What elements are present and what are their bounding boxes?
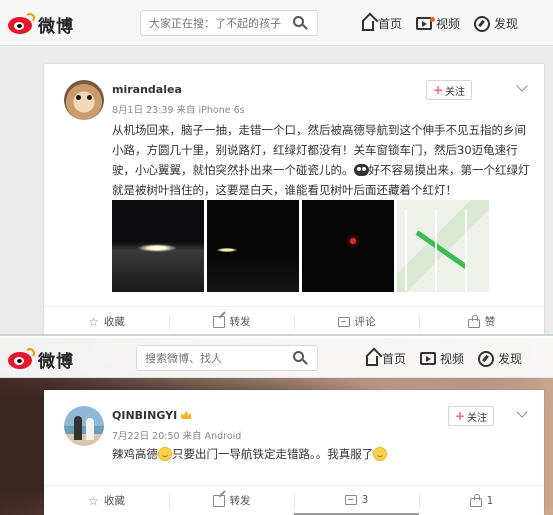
nav-video-label: 视频 xyxy=(436,17,461,31)
repost-button[interactable]: 转发 xyxy=(169,486,294,515)
share-icon xyxy=(212,315,225,328)
top-nav-links: 首页 视频 发现 xyxy=(352,350,522,367)
follow-button[interactable]: + 关注 xyxy=(425,80,472,100)
comment-icon xyxy=(344,494,357,505)
search-icon[interactable] xyxy=(293,16,308,30)
weibo-logo[interactable]: 微博 xyxy=(8,347,74,372)
star-icon: ☆ xyxy=(88,314,99,329)
search-input[interactable] xyxy=(141,11,291,35)
like-label: 赞 xyxy=(484,316,496,328)
chevron-down-icon[interactable] xyxy=(516,406,528,418)
avatar[interactable] xyxy=(64,80,104,120)
nav-discover-label: 发现 xyxy=(498,352,523,366)
action-bar: ☆ 收藏 转发 评论 赞 xyxy=(44,306,544,334)
logo-text: 微博 xyxy=(38,17,74,37)
favorite-button[interactable]: ☆ 收藏 xyxy=(44,486,169,515)
weibo-logo[interactable]: 微博 xyxy=(8,12,74,37)
post-text: 从机场回来，脑子一抽，走错一个口，然后被高德导航到这个伸手不见五指的乡间小路，方… xyxy=(112,120,532,200)
video-icon xyxy=(416,17,436,30)
username[interactable]: mirandalea xyxy=(112,83,182,96)
favorite-label: 收藏 xyxy=(103,495,125,507)
search-input[interactable] xyxy=(137,346,290,370)
night-road-photo[interactable] xyxy=(112,200,204,292)
action-bar: ☆ 收藏 转发 3 1 xyxy=(44,485,544,515)
top-navbar: 微博 首页 视频 发现 xyxy=(0,0,553,46)
nav-home-label: 首页 xyxy=(382,352,407,366)
like-icon xyxy=(467,314,480,328)
nav-video[interactable]: 视频 xyxy=(420,350,464,367)
follow-button[interactable]: + 关注 xyxy=(447,406,494,426)
weibo-eye-icon xyxy=(8,347,35,370)
notification-dot xyxy=(430,17,436,22)
nav-video-label: 视频 xyxy=(440,352,465,366)
nav-video[interactable]: 视频 xyxy=(416,15,460,32)
top-navbar: 微博 首页 视频 发现 xyxy=(0,338,553,378)
repost-button[interactable]: 转发 xyxy=(169,307,294,334)
search-icon[interactable] xyxy=(293,351,308,365)
avatar[interactable] xyxy=(64,406,104,446)
search-box[interactable] xyxy=(140,10,318,36)
comment-label: 评论 xyxy=(354,316,376,328)
home-icon xyxy=(362,21,374,31)
like-button[interactable]: 赞 xyxy=(419,307,544,334)
comment-button[interactable]: 评论 xyxy=(294,307,419,334)
dark-car-photo[interactable] xyxy=(207,200,299,292)
comment-count: 3 xyxy=(361,493,369,506)
share-icon xyxy=(212,494,225,507)
comment-button[interactable]: 3 xyxy=(294,486,419,515)
smile-emoji-icon xyxy=(373,447,388,461)
photo-grid xyxy=(112,200,492,292)
weibo-post-card: QINBINGYI 7月22日 20:50 来自 Android + 关注 辣鸡… xyxy=(44,390,544,515)
video-icon xyxy=(420,352,437,365)
follow-label: 关注 xyxy=(467,412,487,424)
follow-label: 关注 xyxy=(445,86,465,98)
nav-discover[interactable]: 发现 xyxy=(474,15,518,32)
owl-emoji-icon xyxy=(353,164,369,176)
search-box[interactable] xyxy=(136,345,318,371)
weibo-screen-bottom: 微博 首页 视频 发现 QINBINGYI 7月22日 20:50 来自 And… xyxy=(0,338,553,515)
nav-home-label: 首页 xyxy=(378,17,403,31)
nav-discover-label: 发现 xyxy=(494,17,519,31)
repost-label: 转发 xyxy=(229,316,251,328)
plus-icon: + xyxy=(454,409,465,423)
like-button[interactable]: 1 xyxy=(419,486,544,515)
like-icon xyxy=(469,493,482,507)
post-text-part2: 只要出门一导航铁定走错路。。我真服了 xyxy=(172,447,374,461)
post-text-part1: 辣鸡高德 xyxy=(112,447,158,461)
weibo-eye-icon xyxy=(8,12,35,35)
favorite-label: 收藏 xyxy=(103,316,125,328)
star-icon: ☆ xyxy=(88,493,99,508)
favorite-button[interactable]: ☆ 收藏 xyxy=(44,307,169,334)
logo-text: 微博 xyxy=(38,352,74,372)
post-meta: 8月1日 23:39 来自 iPhone 6s xyxy=(112,105,245,116)
post-meta: 7月22日 20:50 来自 Android xyxy=(112,431,242,442)
username[interactable]: QINBINGYI xyxy=(112,409,192,422)
nav-home[interactable]: 首页 xyxy=(366,350,406,367)
nav-home[interactable]: 首页 xyxy=(362,15,402,32)
weibo-screen-top: 微博 首页 视频 发现 mirandalea 8月1日 23:39 来自 iPh… xyxy=(0,0,553,336)
compass-icon xyxy=(474,15,491,32)
weibo-post-card: mirandalea 8月1日 23:39 来自 iPhone 6s + 关注 … xyxy=(44,64,544,334)
red-light-photo[interactable] xyxy=(302,200,394,292)
post-text: 辣鸡高德 只要出门一导航铁定走错路。。我真服了 xyxy=(112,444,532,464)
repost-label: 转发 xyxy=(229,495,251,507)
plus-icon: + xyxy=(432,83,443,97)
compass-icon xyxy=(478,350,495,367)
like-count: 1 xyxy=(486,494,494,507)
home-icon xyxy=(366,356,378,366)
smile-emoji-icon xyxy=(158,447,172,461)
nav-discover[interactable]: 发现 xyxy=(478,350,522,367)
chevron-down-icon[interactable] xyxy=(516,80,528,92)
top-nav-links: 首页 视频 发现 xyxy=(348,15,518,32)
navigation-map-photo[interactable] xyxy=(397,200,489,292)
vip-crown-icon xyxy=(181,411,192,419)
comment-icon xyxy=(337,316,350,327)
username-text: QINBINGYI xyxy=(112,409,178,422)
